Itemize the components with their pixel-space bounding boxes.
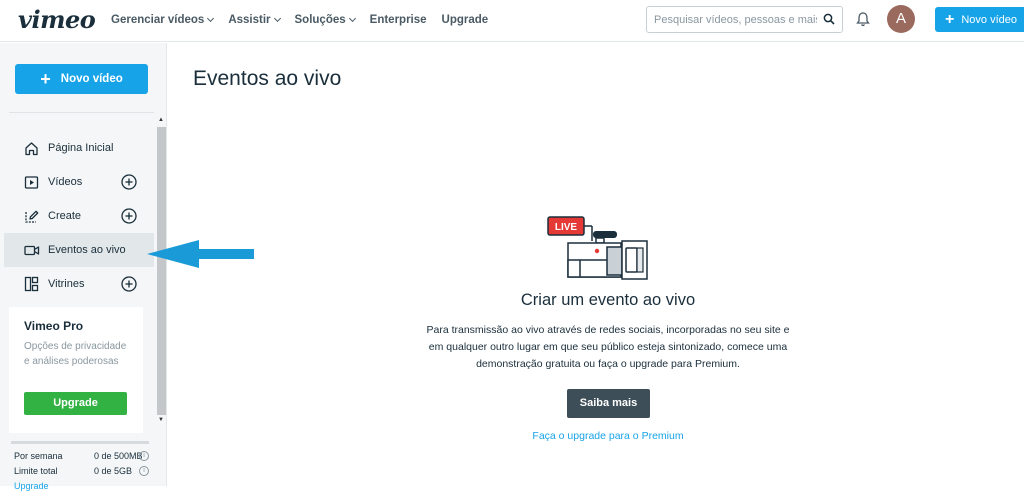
search-icon[interactable]: [823, 13, 835, 25]
storage-weekly: Por semana 0 de 500MB i: [14, 451, 152, 461]
nav-solucoes[interactable]: Soluções: [295, 14, 356, 26]
nav-assistir[interactable]: Assistir: [228, 14, 281, 26]
scrollbar-thumb[interactable]: [157, 127, 166, 415]
avatar[interactable]: A: [887, 5, 915, 33]
plus-icon: +: [40, 69, 51, 89]
add-circle-icon[interactable]: [121, 276, 137, 292]
create-edit-icon: [24, 209, 42, 224]
sidebar-item-pagina-inicial[interactable]: Página Inicial: [4, 131, 154, 165]
sidebar-item-label: Página Inicial: [48, 142, 114, 154]
storage-upgrade-link[interactable]: Upgrade: [14, 481, 49, 491]
storage-total: Limite total 0 de 5GB i: [14, 466, 152, 476]
sidebar-item-label: Eventos ao vivo: [48, 244, 126, 256]
sidebar-item-label: Create: [48, 210, 82, 222]
nav-gerenciar-videos[interactable]: Gerenciar vídeos: [111, 14, 215, 26]
nav-upgrade[interactable]: Upgrade: [442, 14, 489, 26]
video-play-icon: [24, 175, 42, 190]
upgrade-button[interactable]: Upgrade: [24, 392, 127, 415]
sidebar-item-vitrines[interactable]: Vitrines: [4, 267, 154, 301]
chevron-down-icon: [348, 14, 356, 23]
home-icon: [24, 141, 42, 156]
annotation-arrow-icon: [147, 240, 254, 268]
sidebar-item-videos[interactable]: Vídeos: [4, 165, 154, 199]
vimeo-pro-card: Vimeo Pro Opções de privacidade e anális…: [9, 307, 143, 433]
info-icon[interactable]: i: [139, 466, 149, 476]
nav-enterprise[interactable]: Enterprise: [370, 14, 427, 26]
pro-title: Vimeo Pro: [24, 319, 84, 333]
upgrade-premium-link[interactable]: Faça o upgrade para o Premium: [480, 430, 736, 442]
pro-description: Opções de privacidade e análises poderos…: [24, 341, 127, 367]
bell-icon[interactable]: [856, 11, 870, 27]
showcase-icon: [24, 276, 42, 292]
sidebar-item-label: Vitrines: [48, 278, 85, 290]
add-circle-icon[interactable]: [121, 208, 137, 224]
scroll-down-arrow-icon[interactable]: ▼: [158, 417, 164, 423]
chevron-down-icon: [207, 14, 215, 23]
top-bar: vimeo Gerenciar vídeos Assistir Soluções…: [0, 0, 1024, 42]
empty-state-description: Para transmissão ao vivo através de rede…: [426, 324, 790, 370]
sidebar-menu: Página Inicial Vídeos Create Eventos ao …: [4, 131, 154, 301]
scroll-up-arrow-icon[interactable]: ▲: [158, 117, 164, 123]
learn-more-button[interactable]: Saiba mais: [567, 389, 650, 418]
empty-state-title: Criar um evento ao vivo: [520, 291, 696, 309]
search-input[interactable]: [647, 7, 817, 32]
live-camera-illustration-icon: LIVE: [547, 216, 648, 280]
live-badge: LIVE: [555, 222, 578, 233]
chevron-down-icon: [273, 14, 281, 23]
page-title: Eventos ao vivo: [193, 67, 342, 90]
search-box: [646, 6, 843, 33]
sidebar-item-eventos-ao-vivo[interactable]: Eventos ao vivo: [4, 233, 154, 267]
storage-progress-bar: [11, 441, 149, 444]
plus-icon: +: [945, 10, 955, 28]
info-icon[interactable]: i: [139, 451, 149, 461]
sidebar-item-label: Vídeos: [48, 176, 83, 188]
sidebar-item-create[interactable]: Create: [4, 199, 154, 233]
divider: [9, 112, 154, 113]
new-video-button[interactable]: + Novo vídeo: [935, 7, 1024, 32]
vimeo-logo[interactable]: vimeo: [18, 5, 96, 34]
top-nav: Gerenciar vídeos Assistir Soluções Enter…: [111, 0, 503, 40]
sidebar: + Novo vídeo Página Inicial Vídeos Creat…: [0, 43, 167, 491]
camera-icon: [24, 243, 42, 258]
sidebar-new-video-button[interactable]: + Novo vídeo: [15, 64, 148, 94]
add-circle-icon[interactable]: [121, 174, 137, 190]
